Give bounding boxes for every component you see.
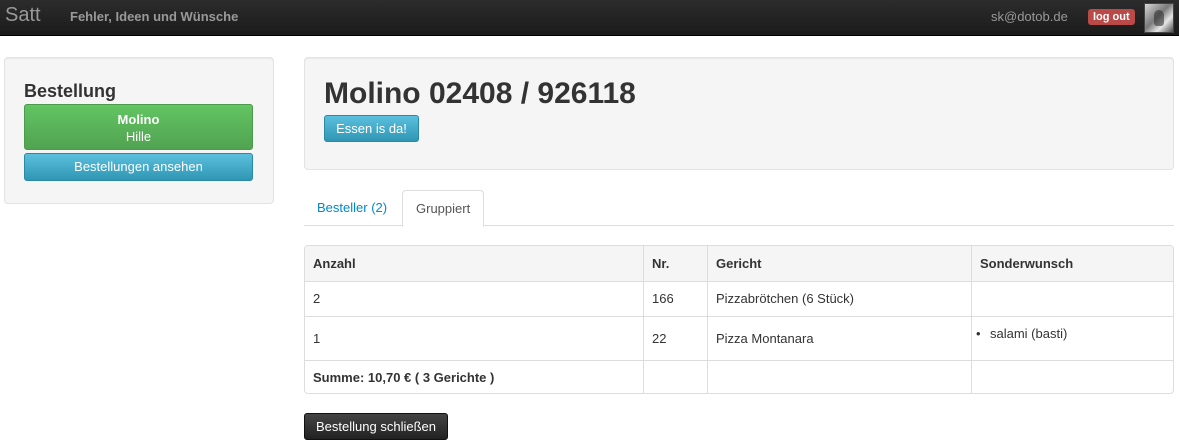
tab-gruppiert[interactable]: Gruppiert: [402, 190, 485, 227]
tab-besteller[interactable]: Besteller (2): [304, 190, 400, 226]
cell-sonderwunsch: salami (basti): [971, 317, 1173, 360]
sidebar-title: Bestellung: [24, 81, 117, 101]
table-summary-row: Summe: 10,70 € ( 3 Gerichte ): [305, 360, 1173, 393]
cell-nr: 22: [643, 317, 707, 360]
view-orders-button[interactable]: Bestellungen ansehen: [24, 153, 253, 181]
feedback-link[interactable]: Fehler, Ideen und Wünsche: [70, 9, 238, 24]
grouped-orders-table: Anzahl Nr. Gericht Sonderwunsch 2 166 Pi…: [304, 245, 1174, 394]
avatar[interactable]: [1144, 3, 1174, 33]
restaurant-header: Molino 02408 / 926118 Essen is da!: [304, 57, 1174, 170]
logout-button[interactable]: log out: [1088, 9, 1135, 25]
table-row: 1 22 Pizza Montanara salami (basti): [305, 316, 1173, 360]
header-sonderwunsch: Sonderwunsch: [971, 246, 1173, 281]
summary-empty-gericht: [707, 361, 971, 393]
header-gericht: Gericht: [707, 246, 971, 281]
summary-empty-nr: [643, 361, 707, 393]
order-sum: Summe: 10,70 € ( 3 Gerichte ): [313, 370, 495, 385]
tab-bar: Besteller (2) Gruppiert: [304, 190, 1174, 227]
brand-logo[interactable]: Satt: [5, 4, 41, 27]
top-navbar: Satt Fehler, Ideen und Wünsche sk@dotob.…: [0, 0, 1179, 36]
header-nr: Nr.: [643, 246, 707, 281]
order-restaurant-location: Hille: [125, 129, 152, 144]
order-button[interactable]: Molino Hille: [24, 104, 253, 150]
food-arrived-button[interactable]: Essen is da!: [324, 115, 419, 142]
cell-sonderwunsch: [971, 282, 1173, 316]
cell-anzahl: 2: [313, 291, 321, 306]
cell-gericht: Pizza Montanara: [707, 317, 971, 360]
cell-gericht: Pizzabrötchen (6 Stück): [707, 282, 971, 316]
order-sidebar: Bestellung Molino Hille Bestellungen ans…: [4, 57, 274, 204]
order-restaurant-name: Molino: [117, 112, 160, 127]
table-row: 2 166 Pizzabrötchen (6 Stück): [305, 281, 1173, 316]
page-title: Molino 02408 / 926118: [324, 77, 636, 110]
table-header-row: Anzahl Nr. Gericht Sonderwunsch: [305, 246, 1173, 281]
special-wish-item: salami (basti): [990, 317, 1067, 351]
special-wish-list: salami (basti): [990, 317, 1067, 351]
user-email: sk@dotob.de: [991, 9, 1068, 24]
cell-nr: 166: [643, 282, 707, 316]
cell-anzahl: 1: [313, 331, 321, 346]
header-anzahl: Anzahl: [313, 256, 356, 271]
summary-empty-sonderwunsch: [971, 361, 1173, 393]
close-order-button[interactable]: Bestellung schließen: [304, 413, 448, 440]
